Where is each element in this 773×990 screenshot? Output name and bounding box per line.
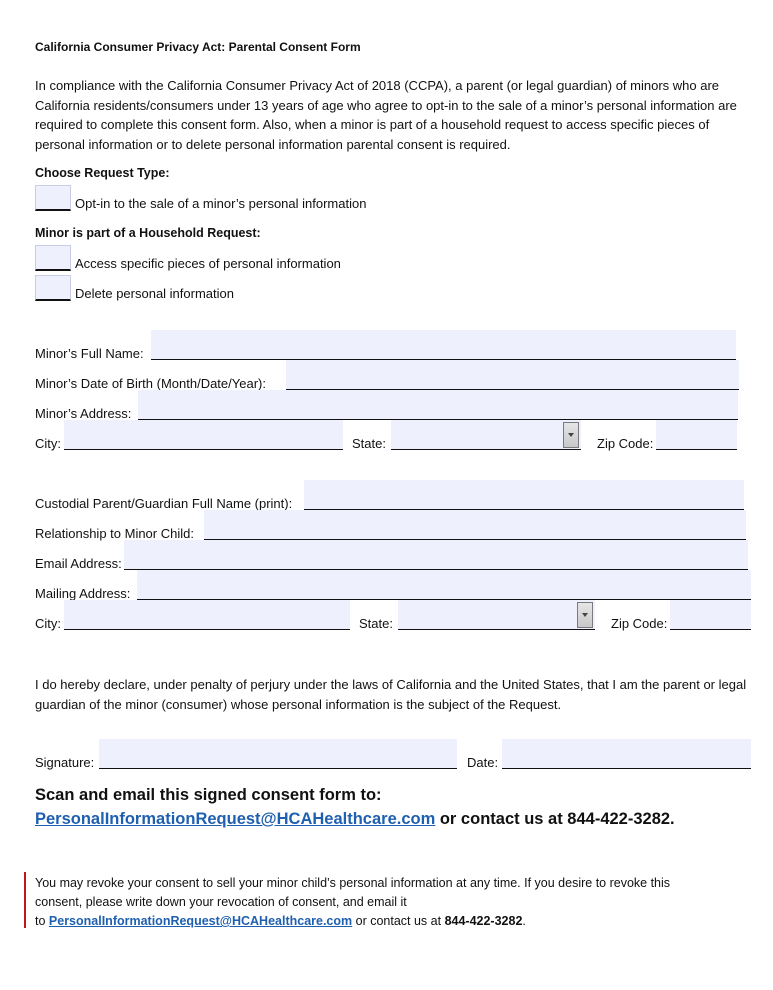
- email-field[interactable]: [124, 540, 748, 570]
- access-checkbox[interactable]: [35, 245, 71, 271]
- notice-accent-bar: [24, 872, 26, 928]
- minor-address-field[interactable]: [138, 390, 738, 420]
- minor-name-label: Minor’s Full Name:: [35, 346, 144, 361]
- relationship-field[interactable]: [204, 510, 746, 540]
- scan-email-link[interactable]: PersonalInformationRequest@HCAHealthcare…: [35, 810, 435, 828]
- delete-checkbox[interactable]: [35, 275, 71, 301]
- scan-instruction: Scan and email this signed consent form …: [35, 786, 382, 804]
- minor-city-field[interactable]: [64, 420, 343, 450]
- household-heading: Minor is part of a Household Request:: [35, 226, 261, 240]
- guardian-state-label: State:: [359, 616, 393, 631]
- email-label: Email Address:: [35, 556, 122, 571]
- opt-in-label: Opt-in to the sale of a minor’s personal…: [75, 196, 367, 211]
- access-label: Access specific pieces of personal infor…: [75, 256, 341, 271]
- notice-email-link[interactable]: PersonalInformationRequest@HCAHealthcare…: [49, 914, 352, 928]
- minor-address-label: Minor’s Address:: [35, 406, 132, 421]
- guardian-state-dropdown-icon[interactable]: [577, 602, 593, 628]
- minor-dob-field[interactable]: [286, 360, 739, 390]
- minor-zip-field[interactable]: [656, 420, 737, 450]
- request-type-heading: Choose Request Type:: [35, 166, 170, 180]
- intro-paragraph: In compliance with the California Consum…: [35, 78, 737, 152]
- date-label: Date:: [467, 755, 499, 770]
- scan-phone-text: or contact us at 844-422-3282.: [435, 810, 675, 828]
- guardian-city-field[interactable]: [64, 600, 350, 630]
- mailing-address-label: Mailing Address:: [35, 586, 131, 601]
- signature-label: Signature:: [35, 755, 95, 770]
- notice-phone: 844-422-3282: [444, 914, 523, 928]
- minor-dob-label: Minor’s Date of Birth (Month/Date/Year):: [35, 376, 266, 391]
- minor-state-label: State:: [352, 436, 386, 451]
- revocation-notice: You may revoke your consent to sell your…: [35, 874, 755, 931]
- guardian-zip-label: Zip Code:: [611, 616, 668, 631]
- guardian-name-field[interactable]: [304, 480, 744, 510]
- notice-line-1: You may revoke your consent to sell your…: [35, 876, 671, 890]
- mailing-address-field[interactable]: [137, 570, 751, 600]
- minor-name-field[interactable]: [151, 330, 736, 360]
- date-field[interactable]: [502, 739, 751, 769]
- relationship-label: Relationship to Minor Child:: [35, 526, 194, 541]
- opt-in-checkbox[interactable]: [35, 185, 71, 211]
- declaration-text: I do hereby declare, under penalty of pe…: [35, 677, 747, 712]
- signature-field[interactable]: [99, 739, 457, 769]
- minor-state-select[interactable]: [391, 420, 581, 450]
- guardian-city-label: City:: [35, 616, 61, 631]
- minor-state-dropdown-icon[interactable]: [563, 422, 579, 448]
- form-title: California Consumer Privacy Act: Parenta…: [35, 40, 361, 54]
- notice-line-2: consent, please write down your revocati…: [35, 895, 407, 909]
- scan-contact-line: PersonalInformationRequest@HCAHealthcare…: [35, 810, 675, 829]
- guardian-name-label: Custodial Parent/Guardian Full Name (pri…: [35, 496, 293, 511]
- delete-label: Delete personal information: [75, 286, 234, 301]
- guardian-state-select[interactable]: [398, 600, 595, 630]
- minor-zip-label: Zip Code:: [597, 436, 654, 451]
- notice-line-3: to PersonalInformationRequest@HCAHealthc…: [35, 914, 526, 928]
- guardian-zip-field[interactable]: [670, 600, 751, 630]
- minor-city-label: City:: [35, 436, 61, 451]
